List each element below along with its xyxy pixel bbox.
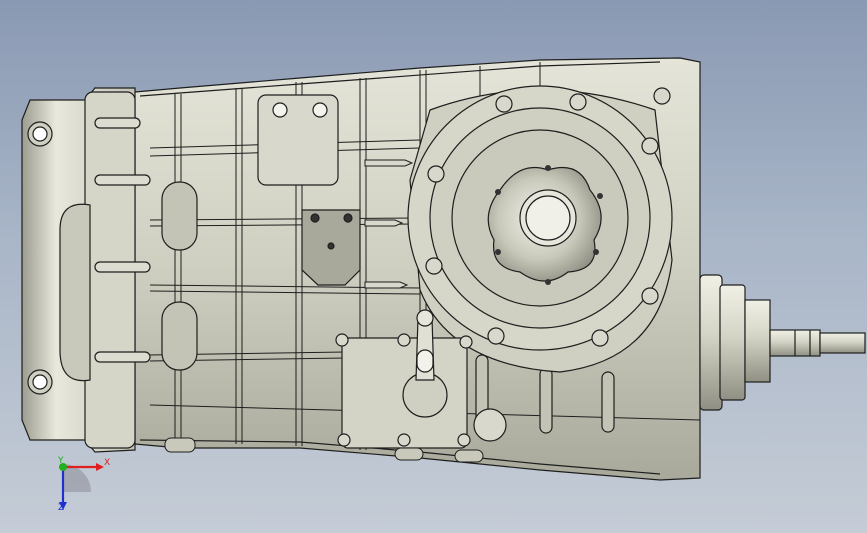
front-flange-plate: [407, 85, 673, 373]
top-mount-bracket: [257, 94, 339, 186]
triad-shadow-arc: [63, 464, 91, 492]
left-bell-flange: [21, 87, 151, 453]
triad-z-label: Z: [58, 503, 65, 513]
center-mount-block: [301, 209, 361, 286]
triad-x-label: X: [104, 458, 111, 468]
output-shaft: [699, 274, 866, 411]
gearbox-housing-model[interactable]: [0, 0, 867, 533]
x-axis-arrow-icon: [96, 463, 104, 471]
triad-y-label: Y: [58, 456, 64, 466]
cad-viewport[interactable]: X Y Z: [0, 0, 867, 533]
